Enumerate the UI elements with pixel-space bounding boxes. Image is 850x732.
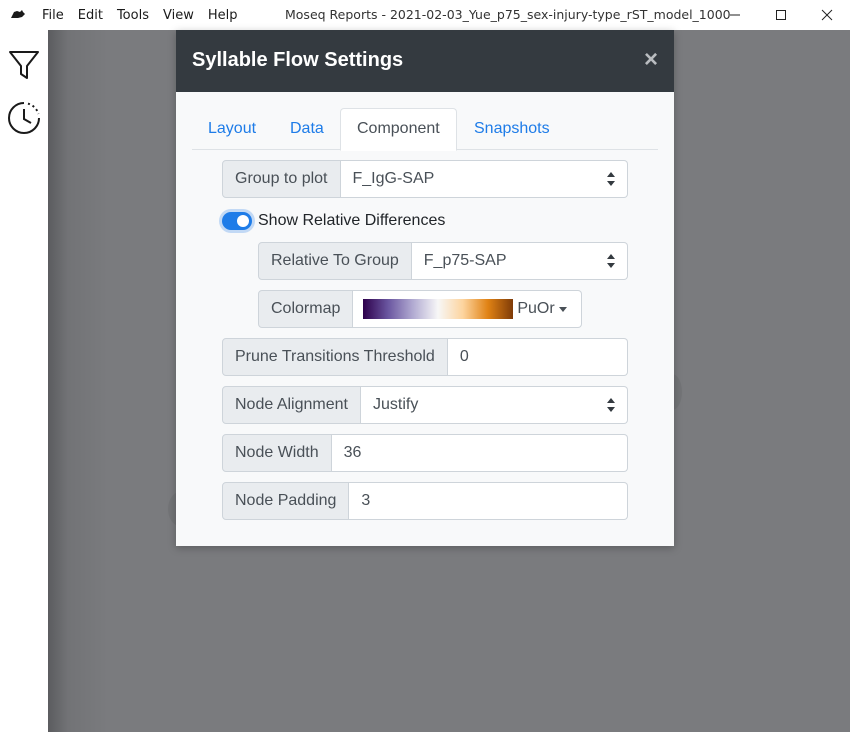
- tab-layout[interactable]: Layout: [192, 108, 272, 150]
- show-relative-differences-label: Show Relative Differences: [258, 212, 446, 229]
- app-logo-icon: [11, 10, 25, 18]
- show-relative-differences-row: Show Relative Differences: [222, 210, 445, 232]
- prune-threshold-label: Prune Transitions Threshold: [222, 338, 448, 376]
- node-width-input[interactable]: 36: [331, 434, 628, 472]
- tab-bar: Layout Data Component Snapshots: [192, 108, 658, 151]
- tab-data[interactable]: Data: [274, 108, 340, 150]
- node-width-label: Node Width: [222, 434, 332, 472]
- node-width-group: Node Width 36: [222, 434, 628, 472]
- node-alignment-group: Node Alignment Justify: [222, 386, 628, 424]
- colormap-label: Colormap: [258, 290, 354, 328]
- show-relative-differences-toggle[interactable]: [222, 212, 252, 230]
- tab-snapshots[interactable]: Snapshots: [458, 108, 566, 150]
- toggle-knob: [237, 215, 249, 227]
- tab-component[interactable]: Component: [340, 108, 457, 151]
- maximize-icon: [776, 10, 786, 20]
- relative-to-group-value: F_p75-SAP: [423, 252, 507, 269]
- node-alignment-label: Node Alignment: [222, 386, 361, 424]
- modal-header: Syllable Flow Settings ×: [176, 30, 674, 92]
- history-icon[interactable]: [6, 100, 42, 136]
- modal-body: Layout Data Component Snapshots Group to…: [176, 92, 674, 546]
- colormap-group: Colormap PuOr: [258, 290, 582, 328]
- window-title: Moseq Reports - 2021-02-03_Yue_p75_sex-i…: [285, 7, 731, 22]
- group-to-plot-select[interactable]: F_IgG-SAP: [340, 160, 628, 198]
- caret-down-icon: [558, 306, 567, 312]
- menu-help[interactable]: Help: [208, 8, 238, 23]
- node-padding-input[interactable]: 3: [349, 482, 628, 520]
- relative-to-group-group: Relative To Group F_p75-SAP: [258, 242, 628, 280]
- close-icon: [821, 9, 833, 21]
- relative-to-group-select[interactable]: F_p75-SAP: [411, 242, 628, 280]
- maximize-button[interactable]: [758, 0, 804, 30]
- prune-threshold-value: 0: [459, 348, 469, 365]
- minimize-icon: [730, 14, 740, 16]
- node-padding-label: Node Padding: [222, 482, 350, 520]
- group-to-plot-value: F_IgG-SAP: [352, 170, 435, 187]
- close-button[interactable]: ×: [644, 47, 658, 73]
- window-controls: [712, 0, 850, 30]
- menu-tools[interactable]: Tools: [117, 8, 149, 23]
- group-to-plot-group: Group to plot F_IgG-SAP: [222, 160, 628, 198]
- filter-icon[interactable]: [6, 47, 42, 83]
- node-alignment-value: Justify: [372, 396, 419, 413]
- modal-title: Syllable Flow Settings: [192, 49, 404, 71]
- title-bar: File Edit Tools View Help Moseq Reports …: [0, 0, 850, 30]
- colormap-preview: [363, 299, 514, 319]
- menu-edit[interactable]: Edit: [78, 8, 103, 23]
- select-arrows-icon: [607, 172, 615, 186]
- node-alignment-select[interactable]: Justify: [360, 386, 628, 424]
- colormap-value: PuOr: [517, 300, 555, 317]
- menu-bar: File Edit Tools View Help: [42, 0, 251, 30]
- prune-threshold-input[interactable]: 0: [447, 338, 628, 376]
- left-sidebar: [0, 30, 48, 732]
- node-padding-group: Node Padding 3: [222, 482, 628, 520]
- prune-threshold-group: Prune Transitions Threshold 0: [222, 338, 628, 376]
- settings-modal: Syllable Flow Settings × Layout Data Com…: [176, 30, 674, 546]
- close-window-button[interactable]: [804, 0, 850, 30]
- node-padding-value: 3: [361, 492, 371, 509]
- menu-view[interactable]: View: [163, 8, 194, 23]
- minimize-button[interactable]: [712, 0, 758, 30]
- group-to-plot-label: Group to plot: [222, 160, 341, 198]
- node-width-value: 36: [343, 444, 362, 461]
- select-arrows-icon: [607, 254, 615, 268]
- menu-file[interactable]: File: [42, 8, 64, 23]
- colormap-dropdown[interactable]: PuOr: [353, 290, 582, 328]
- relative-to-group-label: Relative To Group: [258, 242, 412, 280]
- select-arrows-icon: [607, 398, 615, 412]
